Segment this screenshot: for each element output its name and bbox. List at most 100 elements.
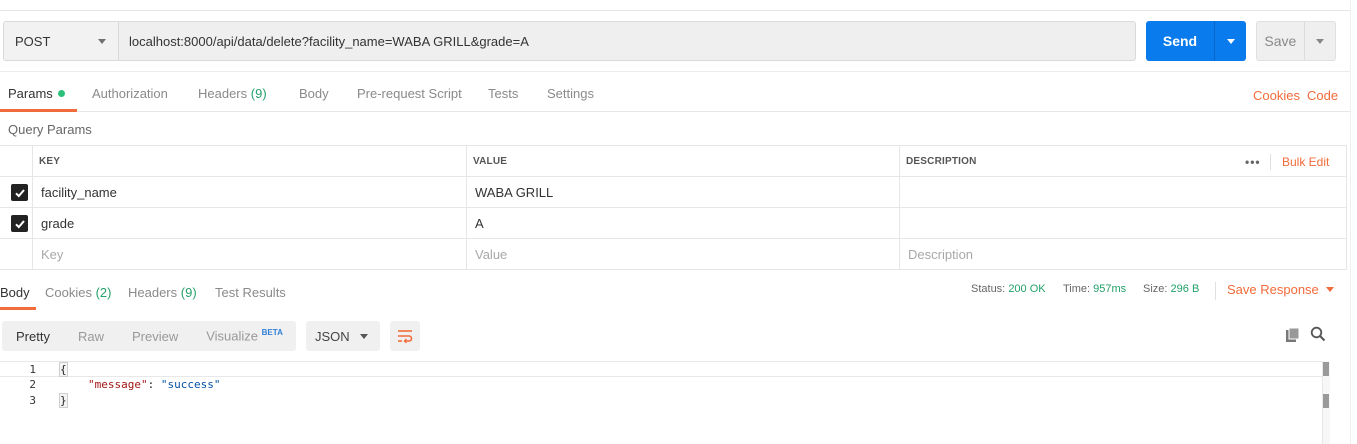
- response-tabs: Body Cookies (2) Headers (9) Test Result…: [0, 270, 1357, 310]
- save-response-button[interactable]: Save Response: [1227, 282, 1334, 297]
- format-preview-button[interactable]: Preview: [118, 329, 192, 344]
- code-line: 2 "message": "success": [0, 377, 1322, 393]
- code-line: 3 }: [0, 393, 1322, 409]
- param-key-cell[interactable]: grade: [32, 208, 466, 239]
- url-input[interactable]: localhost:8000/api/data/delete?facility_…: [119, 21, 1136, 61]
- format-raw-button[interactable]: Raw: [64, 329, 118, 344]
- param-value-cell[interactable]: A: [466, 208, 899, 239]
- more-options-icon[interactable]: •••: [1245, 155, 1261, 169]
- row-checkbox[interactable]: [11, 184, 28, 201]
- line-number: 1: [29, 363, 36, 376]
- tab-response-headers[interactable]: Headers (9): [128, 270, 197, 310]
- params-table: KEY VALUE DESCRIPTION ••• Bulk Edit faci…: [0, 145, 1347, 270]
- table-row-new: Key Value Description: [0, 239, 1347, 270]
- table-header-row: KEY VALUE DESCRIPTION ••• Bulk Edit: [0, 146, 1347, 177]
- send-button-group: Send: [1146, 21, 1246, 61]
- divider: [1215, 282, 1216, 300]
- table-row: facility_name WABA GRILL: [0, 177, 1347, 208]
- json-value: "success": [160, 378, 221, 391]
- tab-params[interactable]: Params: [0, 72, 77, 112]
- code-line: 1 {: [0, 361, 1322, 377]
- scrollbar-thumb[interactable]: [1323, 362, 1329, 376]
- line-number: 3: [29, 394, 36, 407]
- param-description-cell[interactable]: [899, 208, 1347, 239]
- param-value-cell[interactable]: WABA GRILL: [466, 177, 899, 208]
- scrollbar-marker: [1323, 394, 1329, 408]
- url-text: localhost:8000/api/data/delete?facility_…: [129, 33, 529, 49]
- code-text: {: [59, 362, 68, 377]
- column-header-value: VALUE: [466, 146, 899, 177]
- tab-response-body[interactable]: Body: [0, 270, 36, 310]
- status-label: Status:: [971, 283, 1006, 295]
- method-label: POST: [15, 33, 51, 49]
- search-icon[interactable]: [1310, 326, 1326, 342]
- wrap-lines-button[interactable]: [390, 321, 420, 351]
- tab-settings[interactable]: Settings: [547, 72, 594, 112]
- format-toggle: Pretty Raw Preview Visualize BETA: [2, 321, 296, 351]
- code-text: "message": "success": [88, 378, 220, 391]
- request-tabs: Params Authorization Headers (9) Body Pr…: [0, 72, 1357, 112]
- table-row: grade A: [0, 208, 1347, 239]
- tab-headers[interactable]: Headers (9): [198, 72, 267, 112]
- time-value: 957ms: [1093, 283, 1127, 295]
- bulk-edit-link[interactable]: Bulk Edit: [1282, 146, 1329, 177]
- param-key-cell[interactable]: facility_name: [32, 177, 466, 208]
- size-label: Size:: [1143, 283, 1168, 295]
- new-value-input[interactable]: Value: [466, 239, 899, 270]
- tab-headers-count: (9): [250, 86, 267, 101]
- copy-icon[interactable]: [1285, 327, 1301, 343]
- send-button[interactable]: Send: [1146, 21, 1214, 61]
- response-body-viewer[interactable]: 1 { 2 "message": "success" 3 }: [0, 361, 1333, 444]
- chevron-down-icon: [1325, 287, 1334, 292]
- query-params-title: Query Params: [8, 122, 92, 137]
- status-info: Status: 200 OK: [971, 283, 1046, 295]
- status-value: 200 OK: [1008, 283, 1046, 295]
- tab-body[interactable]: Body: [299, 72, 329, 112]
- tab-response-cookies[interactable]: Cookies (2): [45, 270, 111, 310]
- tab-response-headers-label: Headers: [128, 285, 178, 300]
- open-brace: {: [59, 362, 68, 377]
- tab-prerequest-script[interactable]: Pre-request Script: [357, 72, 462, 112]
- beta-badge: BETA: [261, 328, 283, 338]
- checkmark-icon: [14, 188, 25, 197]
- format-visualize-button[interactable]: Visualize BETA: [192, 328, 297, 343]
- tab-response-headers-count: (9): [180, 285, 197, 300]
- language-select[interactable]: JSON: [306, 321, 380, 351]
- size-value: 296 B: [1170, 283, 1200, 295]
- tab-test-results[interactable]: Test Results: [215, 270, 286, 310]
- cookies-link[interactable]: Cookies: [1253, 72, 1300, 112]
- language-label: JSON: [315, 328, 350, 344]
- tab-response-cookies-label: Cookies: [45, 285, 92, 300]
- chevron-down-icon: [1315, 38, 1324, 44]
- time-info: Time: 957ms: [1063, 283, 1126, 295]
- line-number: 2: [29, 378, 36, 391]
- tab-authorization[interactable]: Authorization: [92, 72, 168, 112]
- code-text: }: [59, 393, 68, 408]
- row-checkbox[interactable]: [11, 215, 28, 232]
- save-button[interactable]: Save: [1257, 22, 1304, 60]
- tab-tests[interactable]: Tests: [488, 72, 518, 112]
- new-key-input[interactable]: Key: [32, 239, 466, 270]
- visualize-label: Visualize: [206, 328, 259, 344]
- code-link[interactable]: Code: [1307, 72, 1338, 112]
- close-brace: }: [59, 393, 68, 408]
- save-response-label: Save Response: [1227, 282, 1319, 297]
- format-pretty-button[interactable]: Pretty: [2, 329, 64, 344]
- params-active-dot-icon: [57, 90, 65, 97]
- new-description-input[interactable]: Description: [899, 239, 1347, 270]
- request-bar: POST localhost:8000/api/data/delete?faci…: [3, 21, 1136, 61]
- param-description-cell[interactable]: [899, 177, 1347, 208]
- time-label: Time:: [1063, 283, 1091, 295]
- column-header-description: DESCRIPTION: [899, 146, 1347, 177]
- chevron-down-icon: [98, 38, 106, 44]
- tab-headers-label: Headers: [198, 86, 248, 101]
- wrap-lines-icon: [398, 330, 413, 343]
- send-options-button[interactable]: [1214, 21, 1246, 61]
- method-select[interactable]: POST: [3, 21, 119, 61]
- save-options-button[interactable]: [1303, 22, 1335, 60]
- column-header-key: KEY: [32, 146, 466, 177]
- chevron-down-icon: [360, 333, 368, 339]
- divider: [1270, 154, 1271, 170]
- tab-response-cookies-count: (2): [95, 285, 112, 300]
- size-info: Size: 296 B: [1143, 283, 1199, 295]
